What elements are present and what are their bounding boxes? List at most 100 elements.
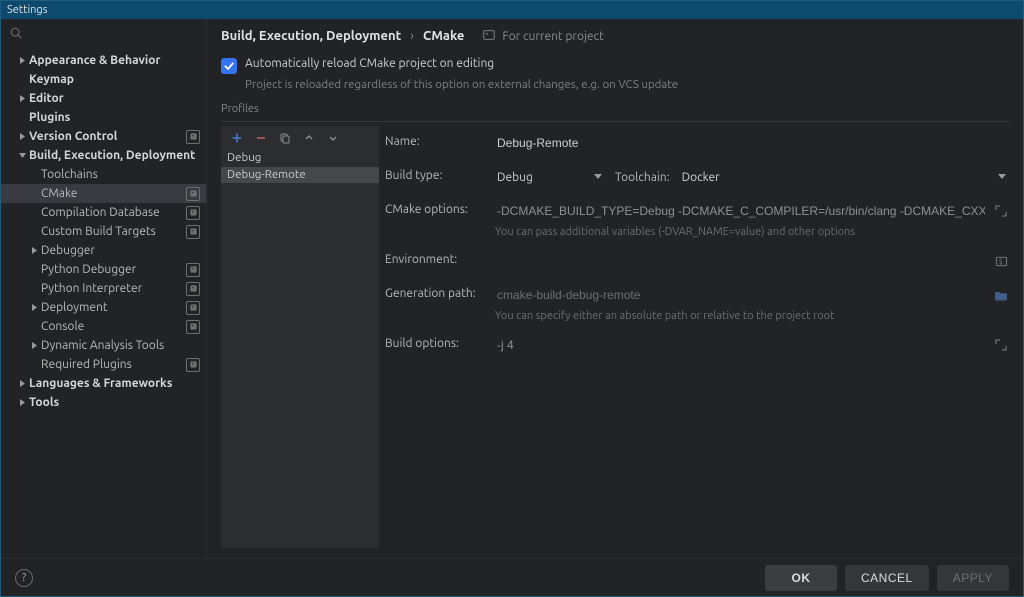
sidebar-item-label: Console bbox=[41, 320, 182, 333]
env-label: Environment: bbox=[385, 250, 495, 266]
sidebar-item-label: Appearance & Behavior bbox=[29, 54, 200, 67]
sidebar-item[interactable]: Custom Build Targets bbox=[1, 222, 206, 241]
cmakeopts-hint: You can pass additional variables (-DVAR… bbox=[495, 224, 1009, 238]
apply-button[interactable]: APPLY bbox=[937, 565, 1009, 591]
auto-reload-row[interactable]: Automatically reload CMake project on ed… bbox=[221, 51, 1009, 76]
expand-icon[interactable] bbox=[993, 337, 1009, 353]
caret-right-icon bbox=[15, 398, 29, 407]
sidebar-item-label: Version Control bbox=[29, 130, 182, 143]
sidebar-item[interactable]: Required Plugins bbox=[1, 355, 206, 374]
caret-right-icon bbox=[27, 303, 41, 312]
auto-reload-checkbox[interactable] bbox=[221, 58, 237, 74]
footer: ? OK CANCEL APPLY bbox=[1, 558, 1023, 596]
settings-tree: Appearance & Behavior Keymap Editor Plugins… bbox=[1, 49, 206, 558]
sidebar-item[interactable]: CMake bbox=[1, 184, 206, 203]
profile-form: Name: Build type: Debug bbox=[385, 126, 1009, 548]
profiles-title: Profiles bbox=[221, 103, 1009, 115]
env-input[interactable] bbox=[495, 250, 983, 272]
sidebar-item[interactable]: Python Debugger bbox=[1, 260, 206, 279]
row-cmakeopts: CMake options: You can pass additional v… bbox=[385, 196, 1009, 242]
sidebar-item-label: Compilation Database bbox=[41, 206, 182, 219]
help-button[interactable]: ? bbox=[15, 569, 33, 587]
toolchain-value: Docker bbox=[682, 171, 720, 184]
profile-item[interactable]: Debug-Remote bbox=[221, 167, 379, 184]
project-scope-label: For current project bbox=[502, 30, 604, 43]
project-scope-icon bbox=[482, 28, 496, 45]
row-env: Environment: $ bbox=[385, 246, 1009, 276]
search-row bbox=[1, 19, 206, 49]
sidebar-item[interactable]: Build, Execution, Deployment bbox=[1, 146, 206, 165]
sidebar-item[interactable]: Version Control bbox=[1, 127, 206, 146]
sidebar-item-label: Debugger bbox=[41, 244, 200, 257]
breadcrumb-sep: › bbox=[404, 29, 420, 43]
add-profile-button[interactable] bbox=[229, 130, 245, 146]
buildopts-input[interactable] bbox=[495, 334, 983, 356]
sidebar-item[interactable]: Keymap bbox=[1, 70, 206, 89]
copy-profile-button[interactable] bbox=[277, 130, 293, 146]
ok-button[interactable]: OK bbox=[765, 565, 837, 591]
sidebar-item[interactable]: Toolchains bbox=[1, 165, 206, 184]
name-label: Name: bbox=[385, 132, 495, 148]
window-titlebar: Settings bbox=[1, 1, 1023, 19]
project-level-badge-icon bbox=[186, 187, 200, 201]
buildtype-label: Build type: bbox=[385, 166, 495, 182]
sidebar-item-label: Toolchains bbox=[41, 168, 200, 181]
buildtype-value: Debug bbox=[497, 171, 533, 184]
project-level-badge-icon bbox=[186, 301, 200, 315]
sidebar-item-label: Custom Build Targets bbox=[41, 225, 182, 238]
move-down-button[interactable] bbox=[325, 130, 341, 146]
sidebar-item[interactable]: Editor bbox=[1, 89, 206, 108]
sidebar-item[interactable]: Debugger bbox=[1, 241, 206, 260]
env-edit-icon[interactable]: $ bbox=[993, 253, 1009, 269]
genpath-hint: You can specify either an absolute path … bbox=[495, 308, 1009, 322]
caret-down-icon bbox=[15, 151, 29, 160]
profiles-list: DebugDebug-Remote bbox=[221, 150, 379, 548]
sidebar-item-label: CMake bbox=[41, 187, 182, 200]
expand-icon[interactable] bbox=[993, 203, 1009, 219]
caret-right-icon bbox=[27, 341, 41, 350]
genpath-input[interactable] bbox=[495, 284, 987, 306]
profiles-column: DebugDebug-Remote bbox=[221, 126, 379, 548]
buildtype-select[interactable]: Debug bbox=[495, 166, 605, 188]
chevron-down-icon bbox=[997, 171, 1007, 184]
sidebar-item-label: Build, Execution, Deployment bbox=[29, 149, 200, 162]
toolchain-label: Toolchain: bbox=[615, 171, 670, 184]
sidebar-item[interactable]: Appearance & Behavior bbox=[1, 51, 206, 70]
caret-right-icon bbox=[15, 132, 29, 141]
row-genpath: Generation path: You can specify either … bbox=[385, 280, 1009, 326]
sidebar-item[interactable]: Tools bbox=[1, 393, 206, 412]
profiles-divider bbox=[221, 121, 1009, 122]
move-up-button[interactable] bbox=[301, 130, 317, 146]
folder-icon[interactable] bbox=[993, 287, 1009, 303]
sidebar-item[interactable]: Python Interpreter bbox=[1, 279, 206, 298]
caret-right-icon bbox=[15, 94, 29, 103]
sidebar-item-label: Plugins bbox=[29, 111, 200, 124]
sidebar-item-label: Python Debugger bbox=[41, 263, 182, 276]
cancel-button[interactable]: CANCEL bbox=[845, 565, 929, 591]
buildopts-label: Build options: bbox=[385, 334, 495, 350]
sidebar-item[interactable]: Console bbox=[1, 317, 206, 336]
remove-profile-button[interactable] bbox=[253, 130, 269, 146]
profile-item[interactable]: Debug bbox=[221, 150, 379, 167]
project-level-badge-icon bbox=[186, 263, 200, 277]
sidebar-item-label: Required Plugins bbox=[41, 358, 182, 371]
caret-right-icon bbox=[15, 379, 29, 388]
project-level-badge-icon bbox=[186, 206, 200, 220]
sidebar-item-label: Editor bbox=[29, 92, 200, 105]
toolchain-select[interactable]: Docker bbox=[680, 166, 1009, 188]
sidebar-item[interactable]: Dynamic Analysis Tools bbox=[1, 336, 206, 355]
caret-right-icon bbox=[15, 56, 29, 65]
auto-reload-label: Automatically reload CMake project on ed… bbox=[245, 57, 494, 70]
name-input[interactable] bbox=[495, 132, 1009, 154]
chevron-down-icon bbox=[593, 171, 603, 184]
search-input[interactable] bbox=[29, 24, 198, 44]
sidebar-item[interactable]: Compilation Database bbox=[1, 203, 206, 222]
project-level-badge-icon bbox=[186, 358, 200, 372]
breadcrumb: Build, Execution, Deployment › CMake bbox=[221, 29, 464, 43]
cmakeopts-input[interactable] bbox=[495, 200, 987, 222]
project-level-badge-icon bbox=[186, 282, 200, 296]
project-level-badge-icon bbox=[186, 225, 200, 239]
sidebar-item[interactable]: Deployment bbox=[1, 298, 206, 317]
sidebar-item[interactable]: Plugins bbox=[1, 108, 206, 127]
sidebar-item[interactable]: Languages & Frameworks bbox=[1, 374, 206, 393]
